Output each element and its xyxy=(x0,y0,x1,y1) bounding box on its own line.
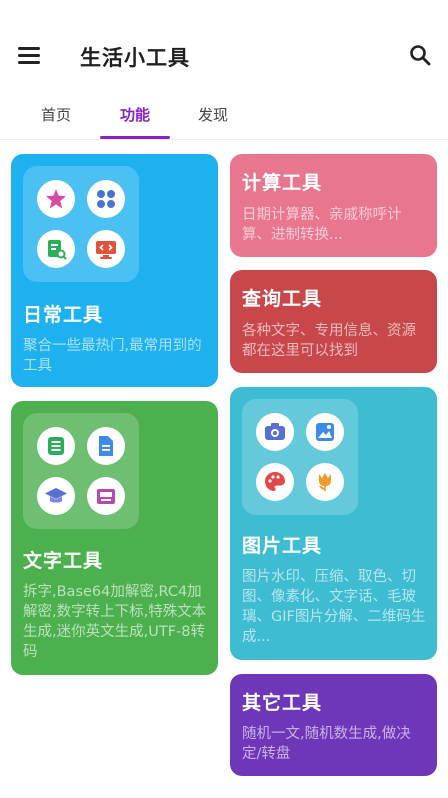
camera-icon xyxy=(256,413,294,451)
code-monitor-icon xyxy=(87,230,125,268)
document-icon xyxy=(87,427,125,465)
card-title: 图片工具 xyxy=(242,535,323,557)
tulip-icon xyxy=(306,463,344,501)
card-description: 随机一文,随机数生成,做决定/转盘 xyxy=(242,726,411,762)
card-description: 图片水印、压缩、取色、切图、像素化、文字话、毛玻璃、GIF图片分解、二维码生成.… xyxy=(242,569,426,645)
card-other-tools[interactable]: 其它工具 随机一文,随机数生成,做决定/转盘 xyxy=(230,674,437,776)
graduation-cap-icon xyxy=(37,477,75,515)
inbox-icon xyxy=(87,477,125,515)
app-screen: 生活小工具 首页 功能 发现 日常工具 聚合一些最热门,最常用到的工具 计算工具… xyxy=(0,0,448,798)
card-query-tools[interactable]: 查询工具 各种文字、专用信息、资源都在这里可以找到 xyxy=(230,270,437,373)
card-description: 各种文字、专用信息、资源都在这里可以找到 xyxy=(242,323,416,359)
card-daily-tools[interactable]: 日常工具 聚合一些最热门,最常用到的工具 xyxy=(11,154,218,387)
card-title: 查询工具 xyxy=(242,288,323,310)
tab-bar: 首页 功能 发现 xyxy=(0,96,448,140)
icon-panel xyxy=(23,413,139,529)
app-title: 生活小工具 xyxy=(80,46,190,70)
palette-icon xyxy=(256,463,294,501)
card-description: 日期计算器、亲戚称呼计算、进制转换... xyxy=(242,207,402,243)
active-tab-indicator xyxy=(100,136,170,139)
app-bar: 生活小工具 xyxy=(0,26,448,86)
card-title: 日常工具 xyxy=(23,304,104,326)
tab-features[interactable]: 功能 xyxy=(100,104,170,125)
card-title: 计算工具 xyxy=(242,172,323,194)
tab-home[interactable]: 首页 xyxy=(21,104,91,125)
star-icon xyxy=(37,180,75,218)
document-search-icon xyxy=(37,230,75,268)
search-icon[interactable] xyxy=(408,43,432,67)
icon-panel xyxy=(242,399,358,515)
card-description: 聚合一些最热门,最常用到的工具 xyxy=(23,338,202,374)
card-calc-tools[interactable]: 计算工具 日期计算器、亲戚称呼计算、进制转换... xyxy=(230,154,437,257)
hamburger-menu-icon[interactable] xyxy=(18,44,42,64)
card-description: 拆字,Base64加解密,RC4加解密,数字转上下标,特殊文本生成,迷你英文生成… xyxy=(23,584,207,660)
text-list-icon xyxy=(37,427,75,465)
icon-panel xyxy=(23,166,139,282)
tab-discover[interactable]: 发现 xyxy=(178,104,248,125)
card-title: 其它工具 xyxy=(242,692,323,714)
card-text-tools[interactable]: 文字工具 拆字,Base64加解密,RC4加解密,数字转上下标,特殊文本生成,迷… xyxy=(11,401,218,675)
landscape-image-icon xyxy=(306,413,344,451)
card-title: 文字工具 xyxy=(23,550,104,572)
four-petal-icon xyxy=(87,180,125,218)
card-image-tools[interactable]: 图片工具 图片水印、压缩、取色、切图、像素化、文字话、毛玻璃、GIF图片分解、二… xyxy=(230,387,437,660)
